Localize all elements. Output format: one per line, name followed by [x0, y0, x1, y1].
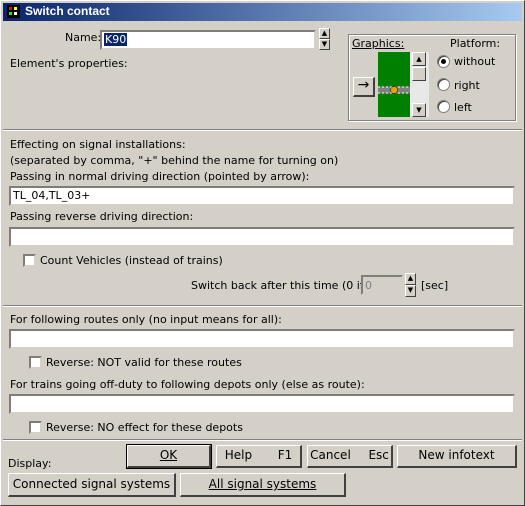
name-spin-up[interactable]: ▲ [319, 28, 330, 39]
window-title: Switch contact [25, 4, 110, 18]
switch-back-input[interactable]: 0 [361, 275, 403, 295]
depots-input[interactable] [9, 394, 515, 414]
normal-direction-label: Passing in normal driving direction (poi… [10, 170, 310, 183]
platform-without-radio[interactable] [437, 55, 450, 68]
count-vehicles-checkbox[interactable] [23, 254, 36, 267]
name-value: K90 [104, 33, 128, 46]
app-icon [7, 5, 20, 18]
normal-direction-input[interactable]: TL_04,TL_03+ [9, 186, 515, 206]
platform-left-label: left [454, 101, 472, 114]
platform-right-label: right [454, 79, 480, 92]
reverse-direction-label: Passing reverse driving direction: [10, 210, 194, 223]
connected-signal-systems-label: Connected signal systems [12, 477, 171, 491]
ok-button[interactable]: OK [126, 444, 212, 469]
platform-label: Platform: [450, 37, 501, 50]
new-infotext-button[interactable]: New infotext [397, 445, 517, 468]
preview-scroll-thumb[interactable] [412, 67, 426, 81]
platform-without-label: without [454, 55, 496, 68]
depots-reverse-checkbox[interactable] [29, 421, 42, 434]
switch-back-spin-down[interactable]: ▼ [405, 285, 416, 297]
track-switch-contact-icon [378, 86, 410, 94]
routes-reverse-checkbox[interactable] [29, 356, 42, 369]
cancel-button[interactable]: Cancel Esc [307, 445, 393, 468]
direction-arrow-button[interactable]: → [353, 77, 375, 97]
display-label: Display: [8, 457, 52, 470]
divider-3 [3, 439, 522, 441]
count-vehicles-label: Count Vehicles (instead of trains) [40, 254, 223, 267]
routes-label: For following routes only (no input mean… [10, 313, 282, 326]
divider-1 [3, 129, 522, 131]
name-input[interactable]: K90 [100, 30, 316, 50]
properties-label: Element's properties: [10, 57, 128, 70]
connected-signal-systems-button[interactable]: Connected signal systems [8, 473, 176, 497]
switch-contact-window: Switch contact Name: K90 ▲ ▼ Element's p… [0, 0, 525, 506]
cancel-label: Cancel [310, 448, 351, 462]
graphics-label: Graphics: [352, 37, 405, 50]
divider-2 [3, 305, 522, 307]
name-label-text: Name: [65, 31, 102, 44]
signals-heading: Effecting on signal installations: [10, 138, 186, 151]
depots-reverse-label: Reverse: NO effect for these depots [46, 421, 243, 434]
platform-right-radio[interactable] [437, 78, 450, 91]
arrow-right-icon: → [357, 77, 370, 93]
reverse-direction-input[interactable] [9, 227, 515, 247]
new-infotext-label: New infotext [418, 448, 495, 462]
help-button[interactable]: Help F1 [216, 445, 302, 468]
preview-scroll-down[interactable]: ▼ [412, 103, 426, 117]
normal-direction-value: TL_04,TL_03+ [13, 189, 91, 202]
all-signal-systems-button[interactable]: All signal systems [180, 473, 346, 497]
switch-back-unit: [sec] [421, 279, 449, 292]
ok-label: OK [159, 448, 178, 462]
all-signal-systems-label: All signal systems [208, 477, 317, 491]
element-preview [378, 52, 410, 117]
preview-scrollbar[interactable]: ▲ ▼ [410, 52, 429, 117]
platform-left-radio[interactable] [437, 100, 450, 113]
preview-scroll-up[interactable]: ▲ [412, 52, 426, 66]
name-label: Name: [65, 31, 101, 44]
help-label: Help [224, 448, 253, 462]
switch-back-value: 0 [365, 279, 372, 292]
name-spin-down[interactable]: ▼ [319, 39, 330, 50]
help-key: F1 [277, 448, 293, 462]
signals-subheading: (separated by comma, "+" behind the name… [10, 154, 339, 167]
title-bar[interactable]: Switch contact [3, 3, 522, 21]
routes-input[interactable] [9, 329, 515, 349]
routes-reverse-label: Reverse: NOT valid for these routes [46, 356, 242, 369]
cancel-key: Esc [368, 448, 389, 462]
depots-label: For trains going off-duty to following d… [10, 378, 365, 391]
switch-back-spin-up[interactable]: ▲ [405, 273, 416, 285]
